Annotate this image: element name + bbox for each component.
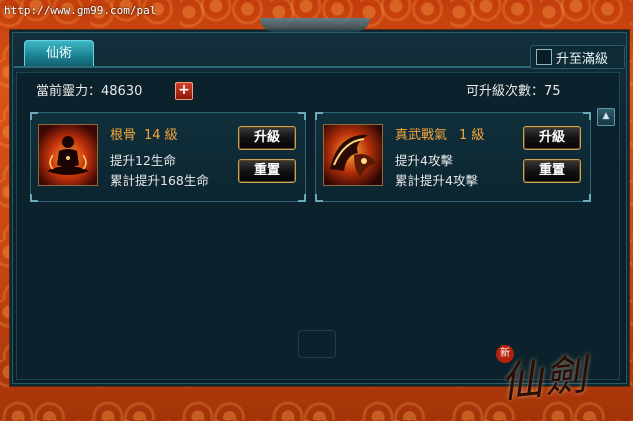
upgrade-button[interactable]: 升級 <box>523 126 581 150</box>
skill-level: 1 級 <box>459 128 485 143</box>
skill-name: 根骨 <box>110 128 137 143</box>
skill-cumulative: 累計提升168生命 <box>110 173 209 188</box>
skill-cumulative: 累計提升4攻擊 <box>395 173 478 188</box>
skill-card-genggu: 根骨 14 級 提升12生命 累計提升168生命 升級 重置 <box>30 112 306 202</box>
power-value: 48630 <box>101 84 143 99</box>
reset-button[interactable]: 重置 <box>523 159 581 183</box>
reset-button[interactable]: 重置 <box>238 159 296 183</box>
browser-url: http://www.gm99.com/pal <box>4 4 157 17</box>
panel-ornament <box>260 18 370 32</box>
skill-level: 14 級 <box>144 128 178 143</box>
upgrade-count-label: 可升級次數： <box>466 84 545 99</box>
upgrade-button[interactable]: 升級 <box>238 126 296 150</box>
max-level-toggle[interactable]: 升至滿級 <box>530 45 625 69</box>
meditation-skill-icon[interactable] <box>38 124 98 186</box>
add-power-button[interactable]: + <box>175 82 193 100</box>
skill-card-zhenwu: 真武戰氣 1 級 提升4攻擊 累計提升4攻擊 升級 重置 <box>315 112 591 202</box>
max-level-checkbox[interactable] <box>536 49 552 65</box>
game-logo: 仙劍 <box>497 349 591 408</box>
faint-decoration <box>298 330 336 358</box>
upgrade-count-value: 75 <box>544 84 561 99</box>
skill-effect: 提升12生命 <box>110 153 176 168</box>
max-level-label: 升至滿級 <box>556 51 609 67</box>
power-stat: 當前靈力：48630 <box>36 80 142 99</box>
tab-spells[interactable]: 仙術 <box>24 40 94 67</box>
scroll-up-arrow-icon[interactable]: ▲ <box>597 108 615 126</box>
warrior-aura-skill-icon[interactable] <box>323 124 383 186</box>
skill-effect: 提升4攻擊 <box>395 153 453 168</box>
skill-name: 真武戰氣 <box>395 128 448 143</box>
power-label: 當前靈力： <box>36 84 102 99</box>
upgrade-count-stat: 可升級次數：75 <box>466 80 561 99</box>
